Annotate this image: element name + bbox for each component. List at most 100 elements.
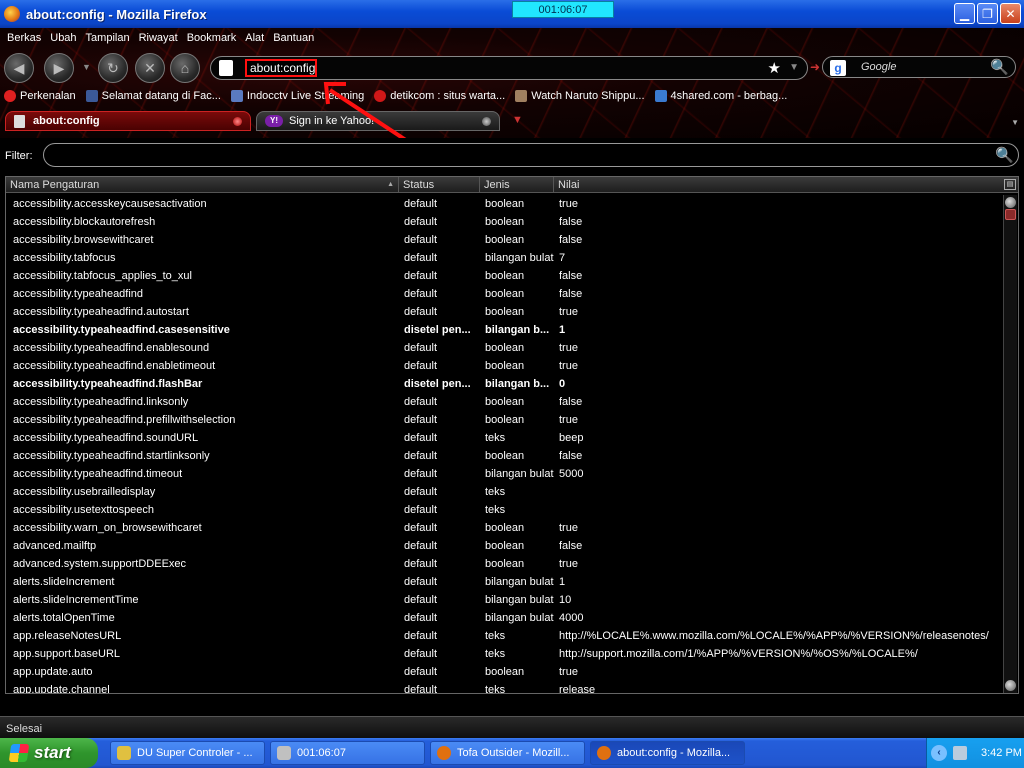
pref-name: accessibility.accesskeycausesactivation <box>13 198 207 210</box>
table-row[interactable]: alerts.slideIncrement default bilangan bul… <box>6 573 1000 591</box>
table-row[interactable]: accessibility.typeaheadfind.flashBar dise… <box>6 375 1000 393</box>
table-row[interactable]: accessibility.typeaheadfind default boolea… <box>6 285 1000 303</box>
table-row[interactable]: advanced.mailftp default boolean false <box>6 537 1000 555</box>
pref-type: boolean <box>485 234 525 246</box>
table-row[interactable]: alerts.totalOpenTime default bilangan bula… <box>6 609 1000 627</box>
table-row[interactable]: accessibility.accesskeycausesactivation d… <box>6 195 1000 213</box>
scroll-down-icon[interactable] <box>1005 680 1016 691</box>
start-button[interactable]: start <box>0 738 98 768</box>
filter-input[interactable]: 🔍 <box>43 143 1019 167</box>
table-row[interactable]: accessibility.browsewithcaret default bool… <box>6 231 1000 249</box>
windows-taskbar: start DU Super Controler - ... 001:06:07… <box>0 738 1024 768</box>
tray-expand-icon[interactable]: ‹ <box>931 745 947 761</box>
pref-value: 10 <box>559 594 572 606</box>
column-value[interactable]: Nilai <box>554 177 1000 193</box>
pref-status: default <box>404 450 438 462</box>
column-name[interactable]: Nama Pengaturan <box>6 177 399 193</box>
filter-search-icon[interactable]: 🔍 <box>995 146 1014 164</box>
column-picker-icon[interactable]: ▤ <box>1004 179 1016 190</box>
pref-name: accessibility.usebrailledisplay <box>13 486 156 498</box>
pref-status: default <box>404 486 438 498</box>
table-row[interactable]: app.update.channel default teks release <box>6 681 1000 694</box>
pref-type: teks <box>485 432 506 444</box>
pref-name: accessibility.typeaheadfind.autostart <box>13 306 189 318</box>
scroll-up-icon[interactable] <box>1005 197 1016 208</box>
pref-value: http://%LOCALE%.www.mozilla.com/%LOCALE%… <box>559 630 989 642</box>
pref-name: accessibility.typeaheadfind.enablesound <box>13 342 210 354</box>
pref-status: default <box>404 252 438 264</box>
pref-status: default <box>404 288 438 300</box>
pref-type: teks <box>485 630 506 642</box>
pref-status: default <box>404 270 438 282</box>
table-row[interactable]: alerts.slideIncrementTime default bilangan… <box>6 591 1000 609</box>
pref-value: false <box>559 234 583 246</box>
pref-type: teks <box>485 486 506 498</box>
pref-name: accessibility.typeaheadfind.startlinkson… <box>13 450 210 462</box>
pref-value: true <box>559 558 578 570</box>
pref-status: default <box>404 576 438 588</box>
table-row[interactable]: accessibility.typeaheadfind.prefillwiths… <box>6 411 1000 429</box>
pref-name: accessibility.typeaheadfind.timeout <box>13 468 183 480</box>
pref-type: boolean <box>485 414 525 426</box>
taskbar-item[interactable]: about:config - Mozilla... <box>590 741 745 765</box>
pref-type: boolean <box>485 288 525 300</box>
table-row[interactable]: accessibility.typeaheadfind.soundURL defa… <box>6 429 1000 447</box>
clock: 3:42 PM <box>981 747 1022 759</box>
pref-value: 7 <box>559 252 566 264</box>
pref-name: accessibility.typeaheadfind.prefillwiths… <box>13 414 236 426</box>
scrollbar[interactable] <box>1003 195 1017 693</box>
table-row[interactable]: accessibility.typeaheadfind.enabletimeou… <box>6 357 1000 375</box>
scroll-thumb[interactable] <box>1005 209 1016 220</box>
pref-status: default <box>404 432 438 444</box>
table-row[interactable]: accessibility.typeaheadfind.casesensitiv… <box>6 321 1000 339</box>
pref-value: true <box>559 342 578 354</box>
table-row[interactable]: accessibility.typeaheadfind.startlinkson… <box>6 447 1000 465</box>
table-row[interactable]: app.releaseNotesURL default teks http://%LO… <box>6 627 1000 645</box>
column-status[interactable]: Status <box>399 177 480 193</box>
table-row[interactable]: advanced.system.supportDDEExec default boo… <box>6 555 1000 573</box>
pref-name: advanced.system.supportDDEExec <box>13 558 187 570</box>
pref-status: default <box>404 396 438 408</box>
pref-value: false <box>559 288 583 300</box>
pref-type: boolean <box>485 558 525 570</box>
pref-name: accessibility.typeaheadfind.enabletimeou… <box>13 360 216 372</box>
table-row[interactable]: accessibility.typeaheadfind.linksonly def… <box>6 393 1000 411</box>
table-row[interactable]: accessibility.blockautorefresh default boo… <box>6 213 1000 231</box>
column-type[interactable]: Jenis <box>480 177 554 193</box>
pref-status: default <box>404 468 438 480</box>
pref-value: true <box>559 360 578 372</box>
pref-value: false <box>559 450 583 462</box>
pref-type: teks <box>485 684 506 694</box>
pref-name: accessibility.warn_on_browsewithcaret <box>13 522 202 534</box>
table-row[interactable]: accessibility.typeaheadfind.enablesound d… <box>6 339 1000 357</box>
table-row[interactable]: app.update.auto default boolean true <box>6 663 1000 681</box>
table-row[interactable]: accessibility.warn_on_browsewithcaret def… <box>6 519 1000 537</box>
network-icon[interactable] <box>953 746 967 760</box>
pref-type: boolean <box>485 270 525 282</box>
pref-type: boolean <box>485 666 525 678</box>
table-row[interactable]: app.support.baseURL default teks http://sup… <box>6 645 1000 663</box>
taskbar-item[interactable]: 001:06:07 <box>270 741 425 765</box>
pref-name: alerts.slideIncrement <box>13 576 115 588</box>
pref-name: accessibility.typeaheadfind <box>13 288 144 300</box>
pref-value: release <box>559 684 596 694</box>
system-tray: ‹ 3:42 PM <box>926 738 1024 768</box>
pref-name: app.releaseNotesURL <box>13 630 122 642</box>
pref-status: default <box>404 684 438 694</box>
table-row[interactable]: accessibility.typeaheadfind.timeout defau… <box>6 465 1000 483</box>
table-row[interactable]: accessibility.tabfocus default bilangan bu… <box>6 249 1000 267</box>
pref-type: teks <box>485 648 506 660</box>
table-row[interactable]: accessibility.typeaheadfind.autostart def… <box>6 303 1000 321</box>
table-row[interactable]: accessibility.usetexttospeech default teks <box>6 501 1000 519</box>
pref-type: boolean <box>485 540 525 552</box>
pref-status: default <box>404 540 438 552</box>
pref-name: accessibility.typeaheadfind.linksonly <box>13 396 189 408</box>
pref-status: disetel pen... <box>404 378 471 390</box>
pref-value: true <box>559 522 578 534</box>
table-row[interactable]: accessibility.usebrailledisplay default te… <box>6 483 1000 501</box>
taskbar-item[interactable]: DU Super Controler - ... <box>110 741 265 765</box>
taskbar-item[interactable]: Tofa Outsider - Mozill... <box>430 741 585 765</box>
pref-value: false <box>559 270 583 282</box>
table-row[interactable]: accessibility.tabfocus_applies_to_xul def… <box>6 267 1000 285</box>
filter-label: Filter: <box>5 150 33 162</box>
